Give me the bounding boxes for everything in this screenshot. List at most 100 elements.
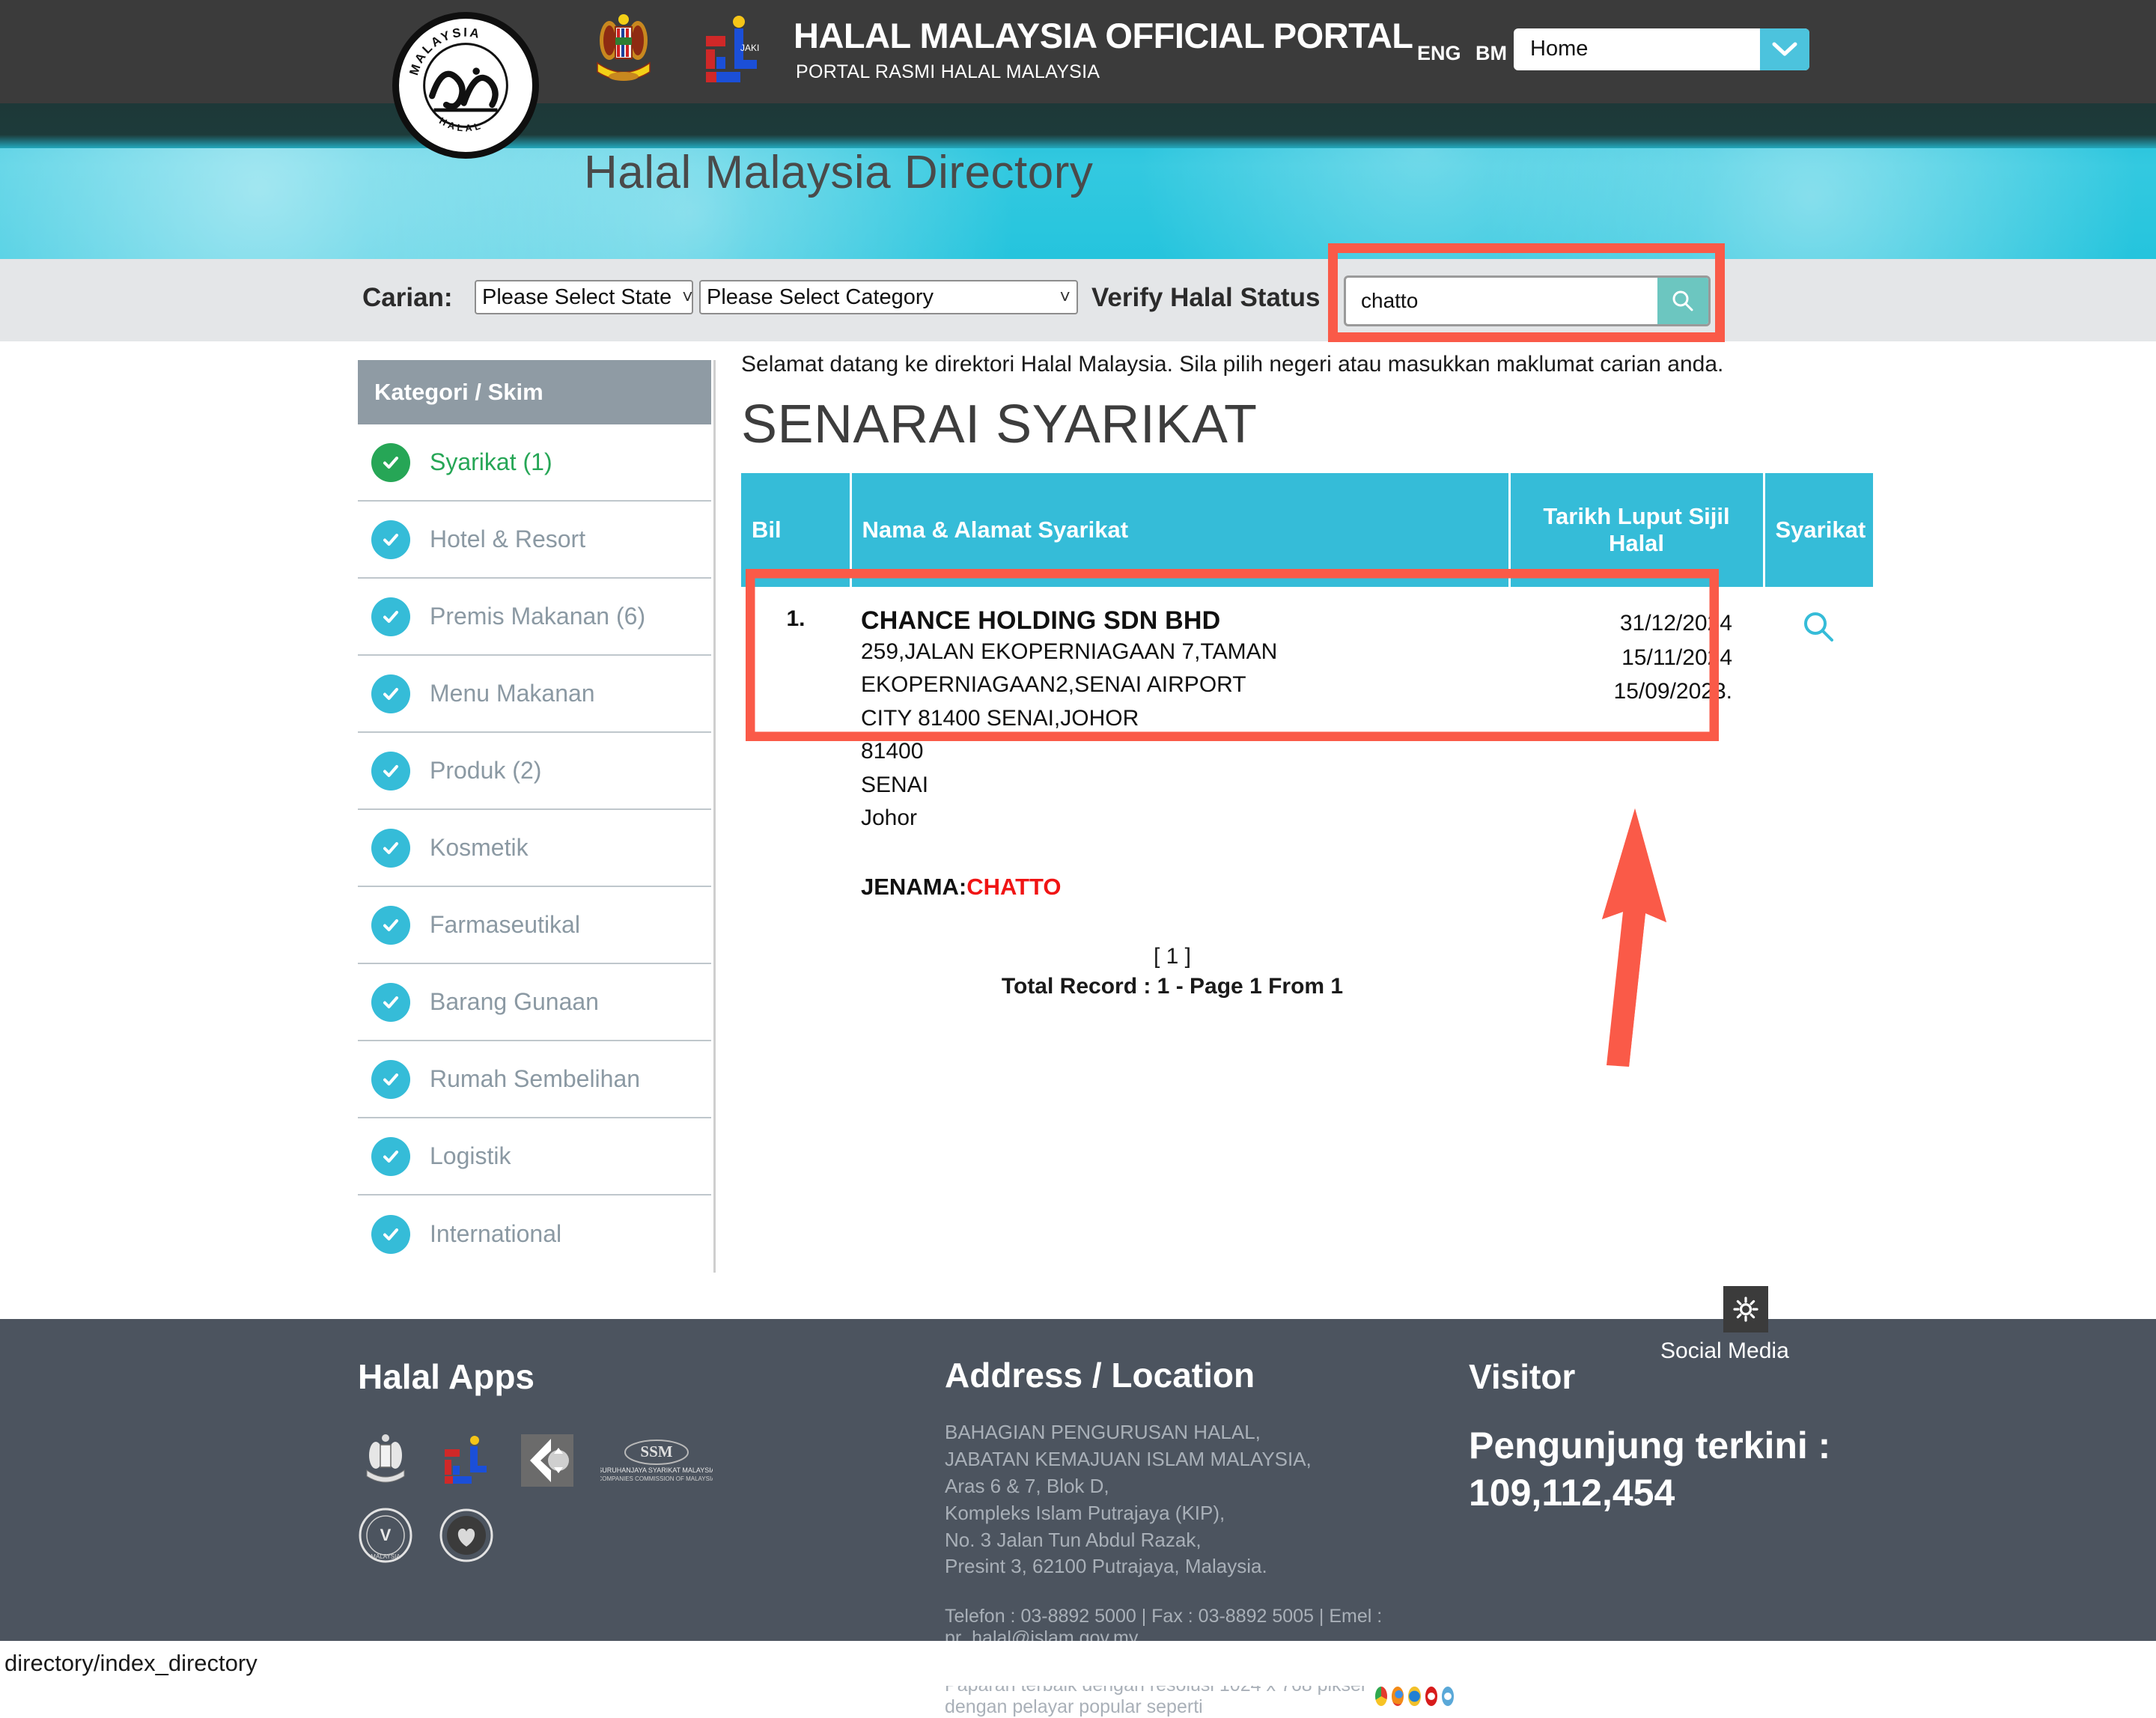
cell-nama-alamat: CHANCE HOLDING SDN BHD 259,JALAN EKOPERNI… xyxy=(850,587,1509,931)
jata-negara-icon[interactable] xyxy=(358,1433,413,1488)
veterinary-inspected-icon[interactable]: V MALAYSIA xyxy=(358,1508,413,1563)
banner-shadow-strip xyxy=(0,103,2156,148)
table-body: 1. CHANCE HOLDING SDN BHD 259,JALAN EKOPER… xyxy=(741,587,1873,931)
results-panel: Selamat datang ke direktori Halal Malays… xyxy=(741,341,1909,999)
halal-arabic-calligraphy xyxy=(429,67,499,112)
footer-address-line: BAHAGIAN PENGURUSAN HALAL, xyxy=(945,1421,1261,1443)
browser-status-bar: directory/index_directory xyxy=(0,1641,2156,1686)
jakim-logo: JAKIM xyxy=(706,16,760,82)
results-table: Bil Nama & Alamat Syarikat Tarikh Luput … xyxy=(741,473,1873,931)
opera-icon xyxy=(1425,1687,1437,1707)
footer-app-logos-row-2: V MALAYSIA xyxy=(358,1508,927,1563)
lang-eng[interactable]: ENG xyxy=(1417,42,1461,64)
check-circle-icon xyxy=(371,905,410,945)
col-bil: Bil xyxy=(741,473,850,587)
portal-subtitle: PORTAL RASMI HALAL MALAYSIA xyxy=(796,61,1100,82)
main-nav-selected: Home xyxy=(1530,37,1589,61)
category-list: Syarikat (1) Hotel & Resort Premis Makanan… xyxy=(358,424,713,1273)
table-header-row: Bil Nama & Alamat Syarikat Tarikh Luput … xyxy=(741,473,1873,587)
sidebar-item-9[interactable]: Logistik xyxy=(358,1118,711,1195)
jata-negara-logo xyxy=(597,14,651,81)
sidebar-item-10[interactable]: International xyxy=(358,1195,711,1273)
sidebar-item-0[interactable]: Syarikat (1) xyxy=(358,424,711,502)
portal-title: HALAL MALAYSIA OFFICIAL PORTAL xyxy=(794,16,1413,55)
check-circle-icon xyxy=(371,1059,410,1099)
halal-seal-logo: MALAYSIA HALAL xyxy=(392,12,539,159)
expiry-date: 15/11/2024 xyxy=(1621,645,1732,670)
language-switcher[interactable]: ENG BM xyxy=(1417,42,1507,65)
address-line: Johor xyxy=(861,805,918,830)
sidebar-item-label: International xyxy=(430,1220,562,1247)
search-icon xyxy=(1672,290,1693,311)
address-line: CITY 81400 SENAI,JOHOR xyxy=(861,705,1139,731)
site-footer: Halal Apps SSM SURUHANJAYA SYARIKAT MALA… xyxy=(0,1319,2156,1717)
sidebar-heading: Kategori / Skim xyxy=(358,360,711,424)
col-tarikh-luput: Tarikh Luput Sijil Halal xyxy=(1508,473,1764,587)
visitor-label: Pengunjung terkini : xyxy=(1469,1425,1831,1466)
check-circle-icon xyxy=(371,828,410,868)
jenama-label: JENAMA: xyxy=(861,874,967,901)
table-header: Bil Nama & Alamat Syarikat Tarikh Luput … xyxy=(741,473,1873,587)
lang-bm[interactable]: BM xyxy=(1476,42,1507,64)
address-line: 81400 xyxy=(861,739,924,764)
search-input[interactable] xyxy=(1346,278,1657,324)
category-select-value: Please Select Category xyxy=(707,284,934,309)
sidebar-item-5[interactable]: Kosmetik xyxy=(358,810,711,887)
sidebar-item-3[interactable]: Menu Makanan xyxy=(358,656,711,733)
internet-explorer-icon xyxy=(1408,1687,1421,1707)
sidebar-item-label: Syarikat (1) xyxy=(430,448,552,475)
search-button[interactable] xyxy=(1657,278,1708,324)
jenama-value: CHATTO xyxy=(966,874,1062,901)
sidebar-item-2[interactable]: Premis Makanan (6) xyxy=(358,579,711,656)
sidebar-item-label: Premis Makanan (6) xyxy=(430,603,646,630)
state-select[interactable]: Please Select State ˅ xyxy=(475,280,693,314)
sidebar-item-label: Logistik xyxy=(430,1142,511,1169)
search-filter-bar: Carian: Please Select State ˅ Please Sel… xyxy=(0,259,2156,341)
expiry-date: 31/12/2024 xyxy=(1619,611,1732,636)
verify-search-field[interactable] xyxy=(1344,275,1711,326)
page-title: Halal Malaysia Directory xyxy=(584,147,1094,198)
category-select[interactable]: Please Select Category ˅ xyxy=(699,280,1078,314)
visitor-count: 109,112,454 xyxy=(1469,1471,1675,1514)
chevron-down-icon[interactable] xyxy=(1760,28,1809,70)
sidebar-item-8[interactable]: Rumah Sembelihan xyxy=(358,1041,711,1118)
svg-text:SSM: SSM xyxy=(640,1443,672,1460)
halal-apps-title: Halal Apps xyxy=(358,1357,535,1396)
footer-address-line: Presint 3, 62100 Putrajaya, Malaysia. xyxy=(945,1555,1267,1578)
sidebar-item-1[interactable]: Hotel & Resort xyxy=(358,502,711,579)
pagination-area: [ 1 ] Total Record : 1 - Page 1 From 1 xyxy=(606,944,1738,999)
company-name: CHANCE HOLDING SDN BHD xyxy=(861,606,1221,635)
social-media-button[interactable] xyxy=(1723,1286,1768,1332)
category-sidebar: Kategori / Skim Syarikat (1) Hotel & Reso… xyxy=(358,360,716,1273)
expiry-date: 15/09/2023. xyxy=(1613,679,1732,704)
footer-visitor-column: Visitor Pengunjung terkini : 109,112,454 xyxy=(1469,1356,1993,1516)
myehalal-icon[interactable] xyxy=(520,1433,575,1488)
cell-syarikat-action[interactable] xyxy=(1764,587,1873,931)
check-circle-icon xyxy=(371,674,410,713)
firefox-icon xyxy=(1392,1687,1404,1707)
footer-apps-column: Halal Apps SSM SURUHANJAYA SYARIKAT MALA… xyxy=(358,1356,927,1563)
jakim-text: JAKIM xyxy=(740,43,760,53)
svg-text:V: V xyxy=(380,1526,392,1544)
search-icon[interactable] xyxy=(1801,609,1836,644)
sidebar-item-label: Barang Gunaan xyxy=(430,988,599,1015)
check-circle-icon xyxy=(371,1214,410,1254)
sidebar-item-4[interactable]: Produk (2) xyxy=(358,733,711,810)
sidebar-item-label: Rumah Sembelihan xyxy=(430,1065,641,1092)
site-header: JAKIM HALAL MALAYSIA OFFICIAL PORTAL POR… xyxy=(0,0,2156,103)
address-location-title: Address / Location xyxy=(945,1356,1255,1395)
chrome-icon xyxy=(1375,1687,1388,1707)
sidebar-item-label: Kosmetik xyxy=(430,834,529,861)
ssm-icon[interactable]: SSM SURUHANJAYA SYARIKAT MALAYSIA COMPAN… xyxy=(600,1433,713,1488)
jakim-icon[interactable] xyxy=(439,1433,494,1488)
footer-address-line: JABATAN KEMAJUAN ISLAM MALAYSIA, xyxy=(945,1447,1312,1470)
col-syarikat: Syarikat xyxy=(1762,473,1873,587)
social-media-label: Social Media xyxy=(1660,1338,1789,1363)
halal-heart-icon[interactable] xyxy=(439,1508,494,1563)
pagination-pages[interactable]: [ 1 ] xyxy=(606,944,1738,969)
chevron-down-icon: ˅ xyxy=(1059,286,1071,308)
footer-address-lines: BAHAGIAN PENGURUSAN HALAL, JABATAN KEMAJU… xyxy=(945,1419,1454,1580)
main-nav-dropdown[interactable]: Home xyxy=(1514,28,1809,70)
carian-label: Carian: xyxy=(362,283,453,312)
address-line: 259,JALAN EKOPERNIAGAAN 7,TAMAN xyxy=(861,639,1278,664)
